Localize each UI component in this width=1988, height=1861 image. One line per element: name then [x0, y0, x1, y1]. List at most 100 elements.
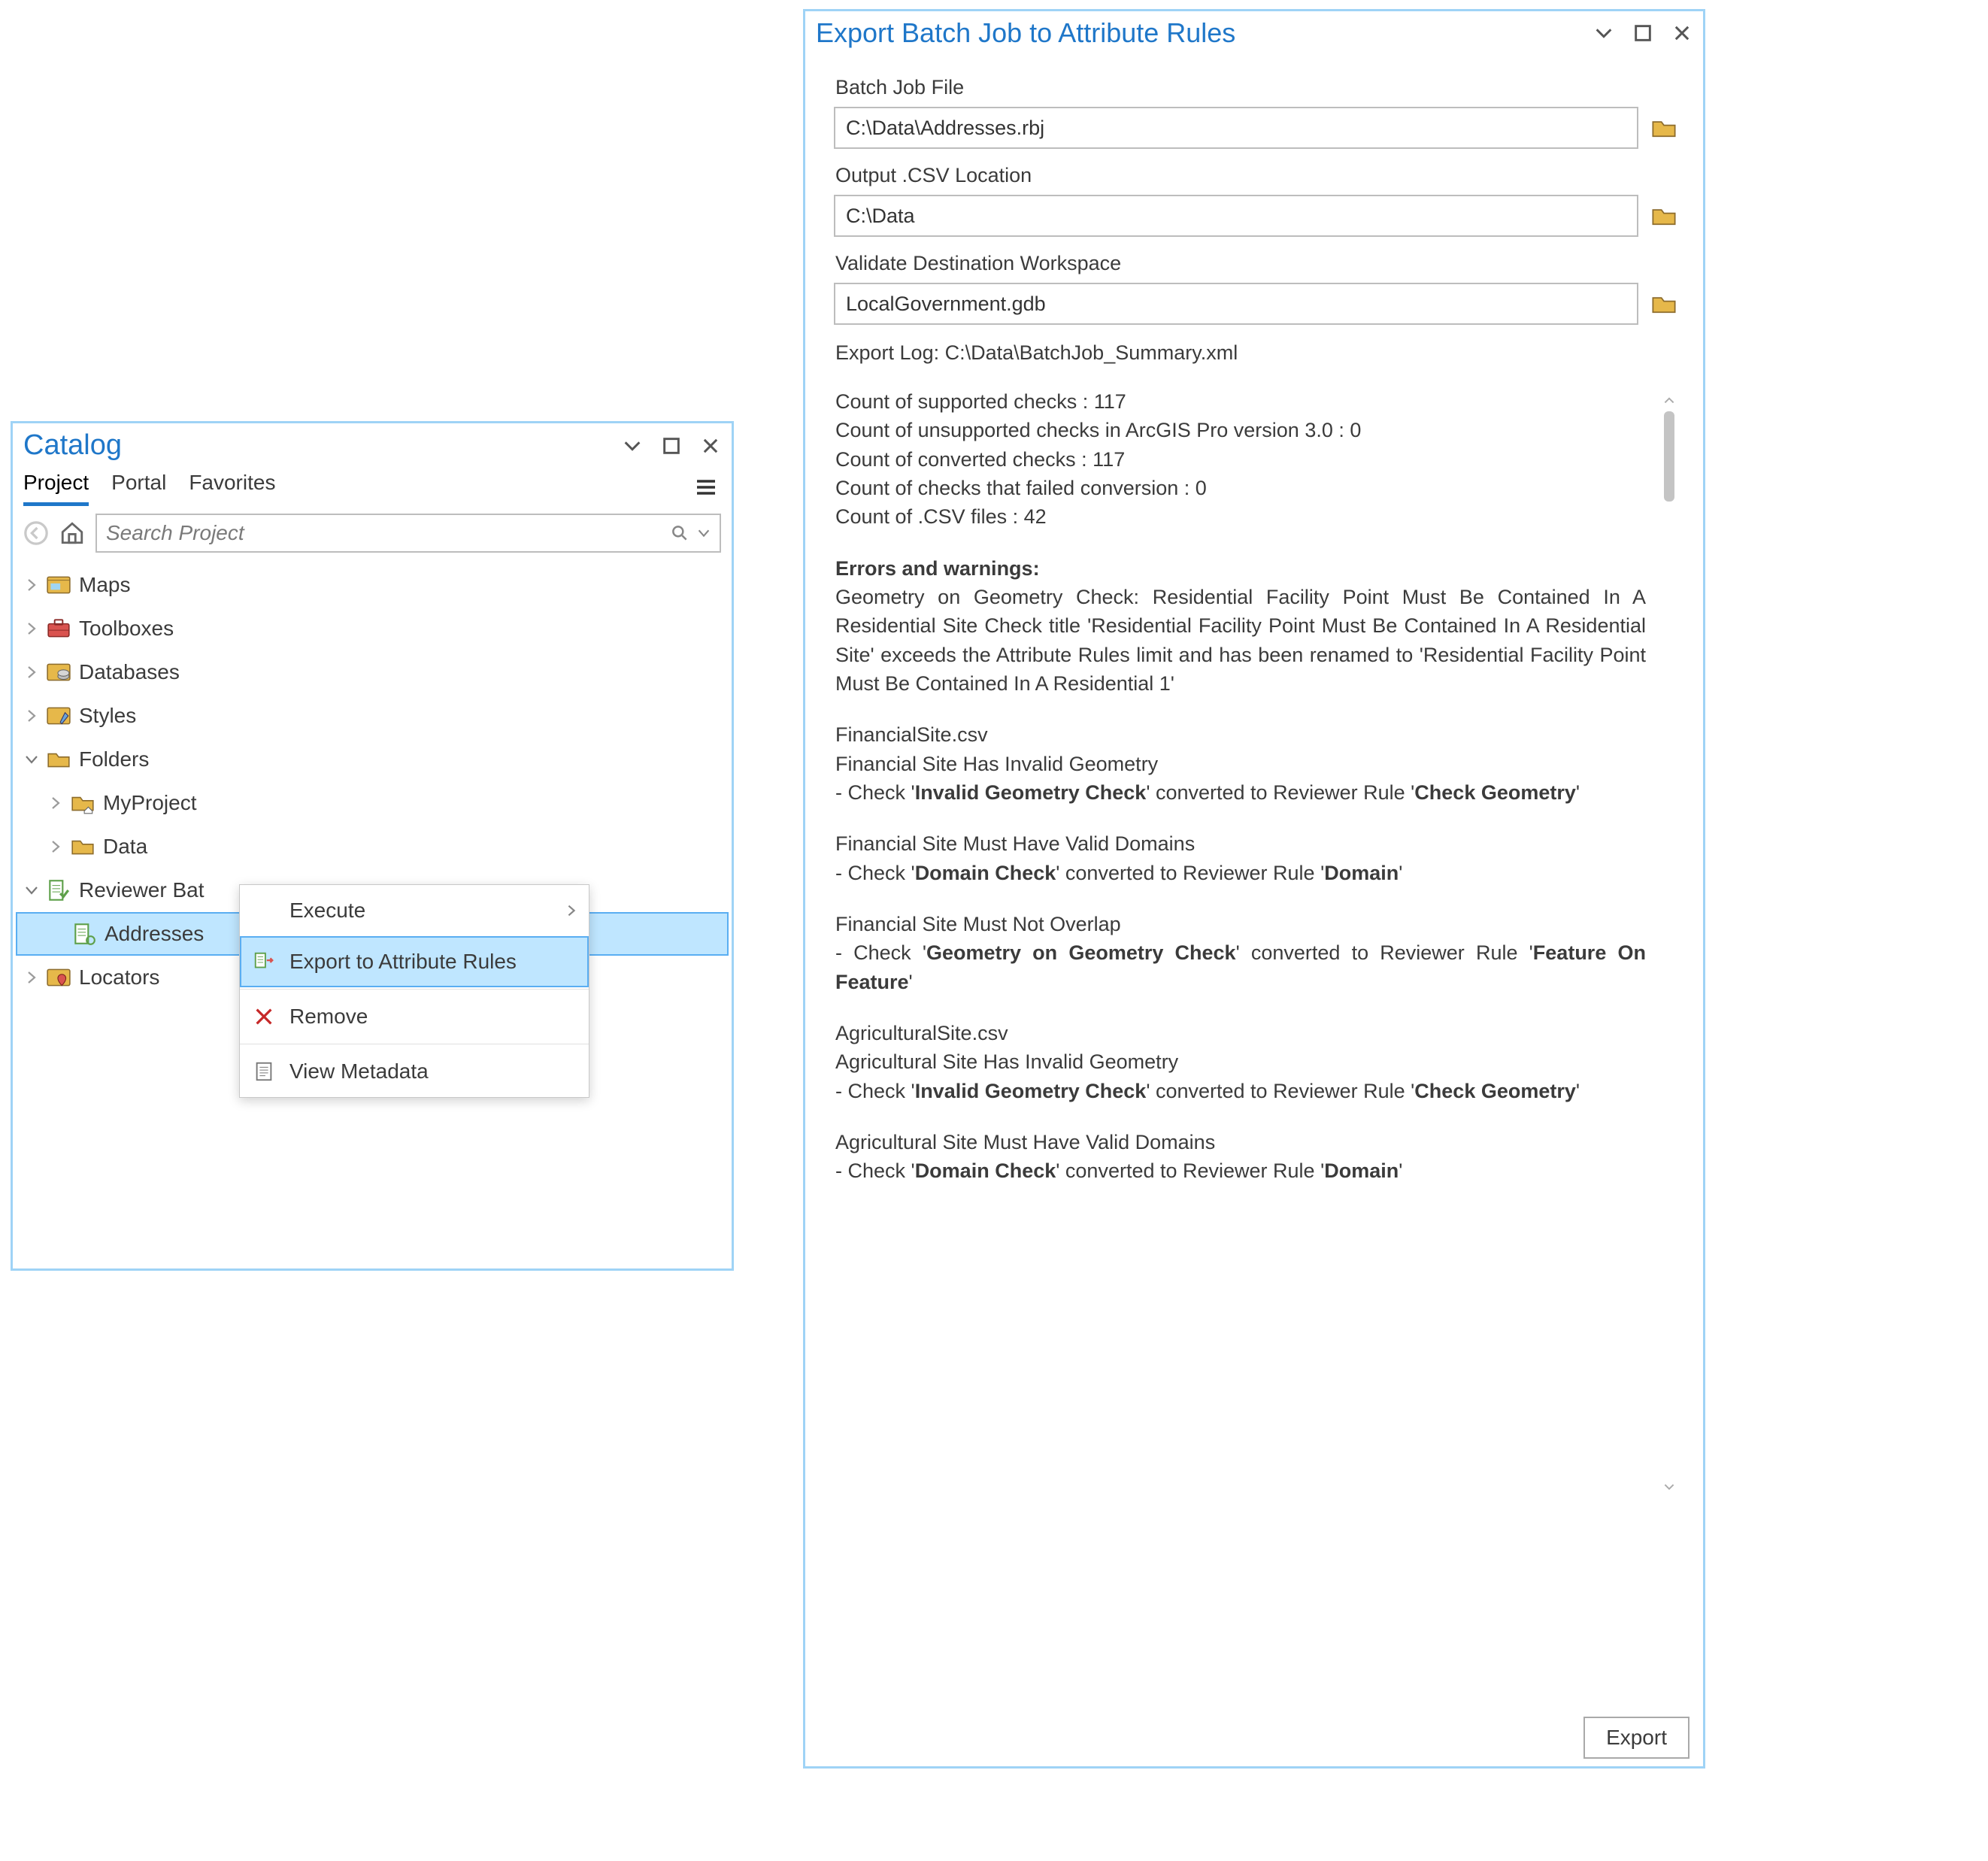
browse-folder-icon[interactable]: [1650, 202, 1677, 229]
maximize-icon[interactable]: [661, 435, 682, 456]
workspace-label: Validate Destination Workspace: [835, 252, 1677, 275]
expand-icon[interactable]: [20, 665, 43, 680]
ag-rule2-line: - Check 'Domain Check' converted to Revi…: [835, 1156, 1646, 1185]
expand-icon[interactable]: [20, 970, 43, 985]
search-icon[interactable]: [670, 523, 689, 543]
home-icon[interactable]: [59, 520, 85, 546]
close-icon[interactable]: [1671, 23, 1693, 44]
blank-icon: [250, 897, 277, 924]
tab-portal[interactable]: Portal: [111, 468, 166, 506]
folder-icon: [44, 745, 73, 774]
chevron-down-icon[interactable]: [622, 435, 643, 456]
search-placeholder: Search Project: [106, 521, 244, 545]
export-log-content: Count of supported checks : 117 Count of…: [835, 387, 1676, 1186]
context-menu: Execute Export to Attribute Rules Remove…: [239, 884, 589, 1098]
maximize-icon[interactable]: [1632, 23, 1653, 44]
context-menu-label: View Metadata: [289, 1059, 429, 1084]
tree-label: Databases: [79, 660, 180, 684]
tree-item-myproject[interactable]: MyProject: [16, 781, 729, 825]
close-icon[interactable]: [700, 435, 721, 456]
browse-folder-icon[interactable]: [1650, 290, 1677, 317]
context-menu-label: Remove: [289, 1005, 368, 1029]
summary-unsupported: Count of unsupported checks in ArcGIS Pr…: [835, 416, 1646, 444]
context-menu-item-execute[interactable]: Execute: [240, 885, 589, 936]
fs-rule1-line: - Check 'Invalid Geometry Check' convert…: [835, 778, 1646, 807]
export-rules-icon: [250, 948, 277, 975]
catalog-titlebar: Catalog: [13, 423, 732, 463]
back-icon[interactable]: [23, 520, 49, 546]
errors-heading: Errors and warnings:: [835, 557, 1040, 580]
metadata-icon: [250, 1058, 277, 1085]
batch-job-input[interactable]: C:\Data\Addresses.rbj: [834, 107, 1638, 149]
export-title: Export Batch Job to Attribute Rules: [816, 17, 1235, 49]
chevron-down-icon[interactable]: [1593, 23, 1614, 44]
tree-item-maps[interactable]: Maps: [16, 563, 729, 607]
csv-location-label: Output .CSV Location: [835, 164, 1677, 187]
workspace-input[interactable]: LocalGovernment.gdb: [834, 283, 1638, 325]
tree-item-toolboxes[interactable]: Toolboxes: [16, 607, 729, 650]
ag-rule1-title: Agricultural Site Has Invalid Geometry: [835, 1047, 1646, 1076]
home-folder-icon: [68, 789, 97, 817]
expand-icon[interactable]: [44, 796, 67, 811]
scroll-up-icon[interactable]: [1661, 392, 1676, 410]
tree-label: MyProject: [103, 791, 196, 815]
fs-rule1-title: Financial Site Has Invalid Geometry: [835, 750, 1646, 778]
tree-item-databases[interactable]: Databases: [16, 650, 729, 694]
context-menu-separator: [240, 989, 589, 990]
context-menu-item-metadata[interactable]: View Metadata: [240, 1046, 589, 1097]
tab-project[interactable]: Project: [23, 468, 89, 506]
search-dropdown-icon[interactable]: [689, 525, 712, 541]
maps-icon: [44, 571, 73, 599]
browse-folder-icon[interactable]: [1650, 114, 1677, 141]
catalog-tabs-row: Project Portal Favorites: [13, 463, 732, 506]
reviewer-icon: [44, 876, 73, 905]
catalog-window-controls: [622, 435, 721, 456]
context-menu-label: Execute: [289, 899, 365, 923]
tree-item-data[interactable]: Data: [16, 825, 729, 868]
folder-icon: [68, 832, 97, 861]
tree-label: Addresses: [105, 922, 204, 946]
context-menu-label: Export to Attribute Rules: [289, 950, 517, 974]
export-footer: Export: [1583, 1717, 1689, 1759]
export-button[interactable]: Export: [1583, 1717, 1689, 1759]
context-menu-item-export-rules[interactable]: Export to Attribute Rules: [240, 936, 589, 987]
locators-icon: [44, 963, 73, 992]
catalog-panel: Catalog Project Portal Favorites Search …: [11, 421, 734, 1271]
expand-icon[interactable]: [20, 621, 43, 636]
collapse-icon[interactable]: [20, 883, 43, 898]
catalog-search-input[interactable]: Search Project: [95, 514, 721, 553]
export-form: Batch Job File C:\Data\Addresses.rbj Out…: [805, 50, 1703, 1500]
fs-rule3-title: Financial Site Must Not Overlap: [835, 910, 1646, 938]
expand-icon[interactable]: [20, 708, 43, 723]
fs-rule3-line: - Check 'Geometry on Geometry Check' con…: [835, 938, 1646, 996]
ag-rule2-title: Agricultural Site Must Have Valid Domain…: [835, 1128, 1646, 1156]
scroll-track[interactable]: [1664, 411, 1674, 1476]
toolbox-icon: [44, 614, 73, 643]
export-log-area: Count of supported checks : 117 Count of…: [835, 387, 1676, 1500]
export-titlebar: Export Batch Job to Attribute Rules: [805, 11, 1703, 50]
summary-failed: Count of checks that failed conversion :…: [835, 474, 1646, 502]
collapse-icon[interactable]: [20, 752, 43, 767]
database-icon: [44, 658, 73, 687]
expand-icon[interactable]: [44, 839, 67, 854]
summary-supported: Count of supported checks : 117: [835, 387, 1646, 416]
export-panel: Export Batch Job to Attribute Rules Batc…: [803, 9, 1705, 1769]
tree-label: Maps: [79, 573, 130, 597]
remove-icon: [250, 1003, 277, 1030]
tab-favorites[interactable]: Favorites: [189, 468, 275, 506]
fs-rule2-title: Financial Site Must Have Valid Domains: [835, 829, 1646, 858]
log-scrollbar[interactable]: [1661, 392, 1676, 1496]
catalog-title: Catalog: [23, 429, 122, 462]
summary-converted: Count of converted checks : 117: [835, 445, 1646, 474]
scroll-thumb[interactable]: [1664, 411, 1674, 502]
tree-label: Toolboxes: [79, 617, 174, 641]
scroll-down-icon[interactable]: [1661, 1478, 1676, 1496]
tree-item-styles[interactable]: Styles: [16, 694, 729, 738]
csv-location-input[interactable]: C:\Data: [834, 195, 1638, 237]
menu-icon[interactable]: [694, 475, 721, 499]
submenu-caret-icon: [565, 904, 578, 917]
context-menu-item-remove[interactable]: Remove: [240, 991, 589, 1042]
expand-icon[interactable]: [20, 577, 43, 593]
tree-item-folders[interactable]: Folders: [16, 738, 729, 781]
rules-icon: [70, 920, 98, 948]
